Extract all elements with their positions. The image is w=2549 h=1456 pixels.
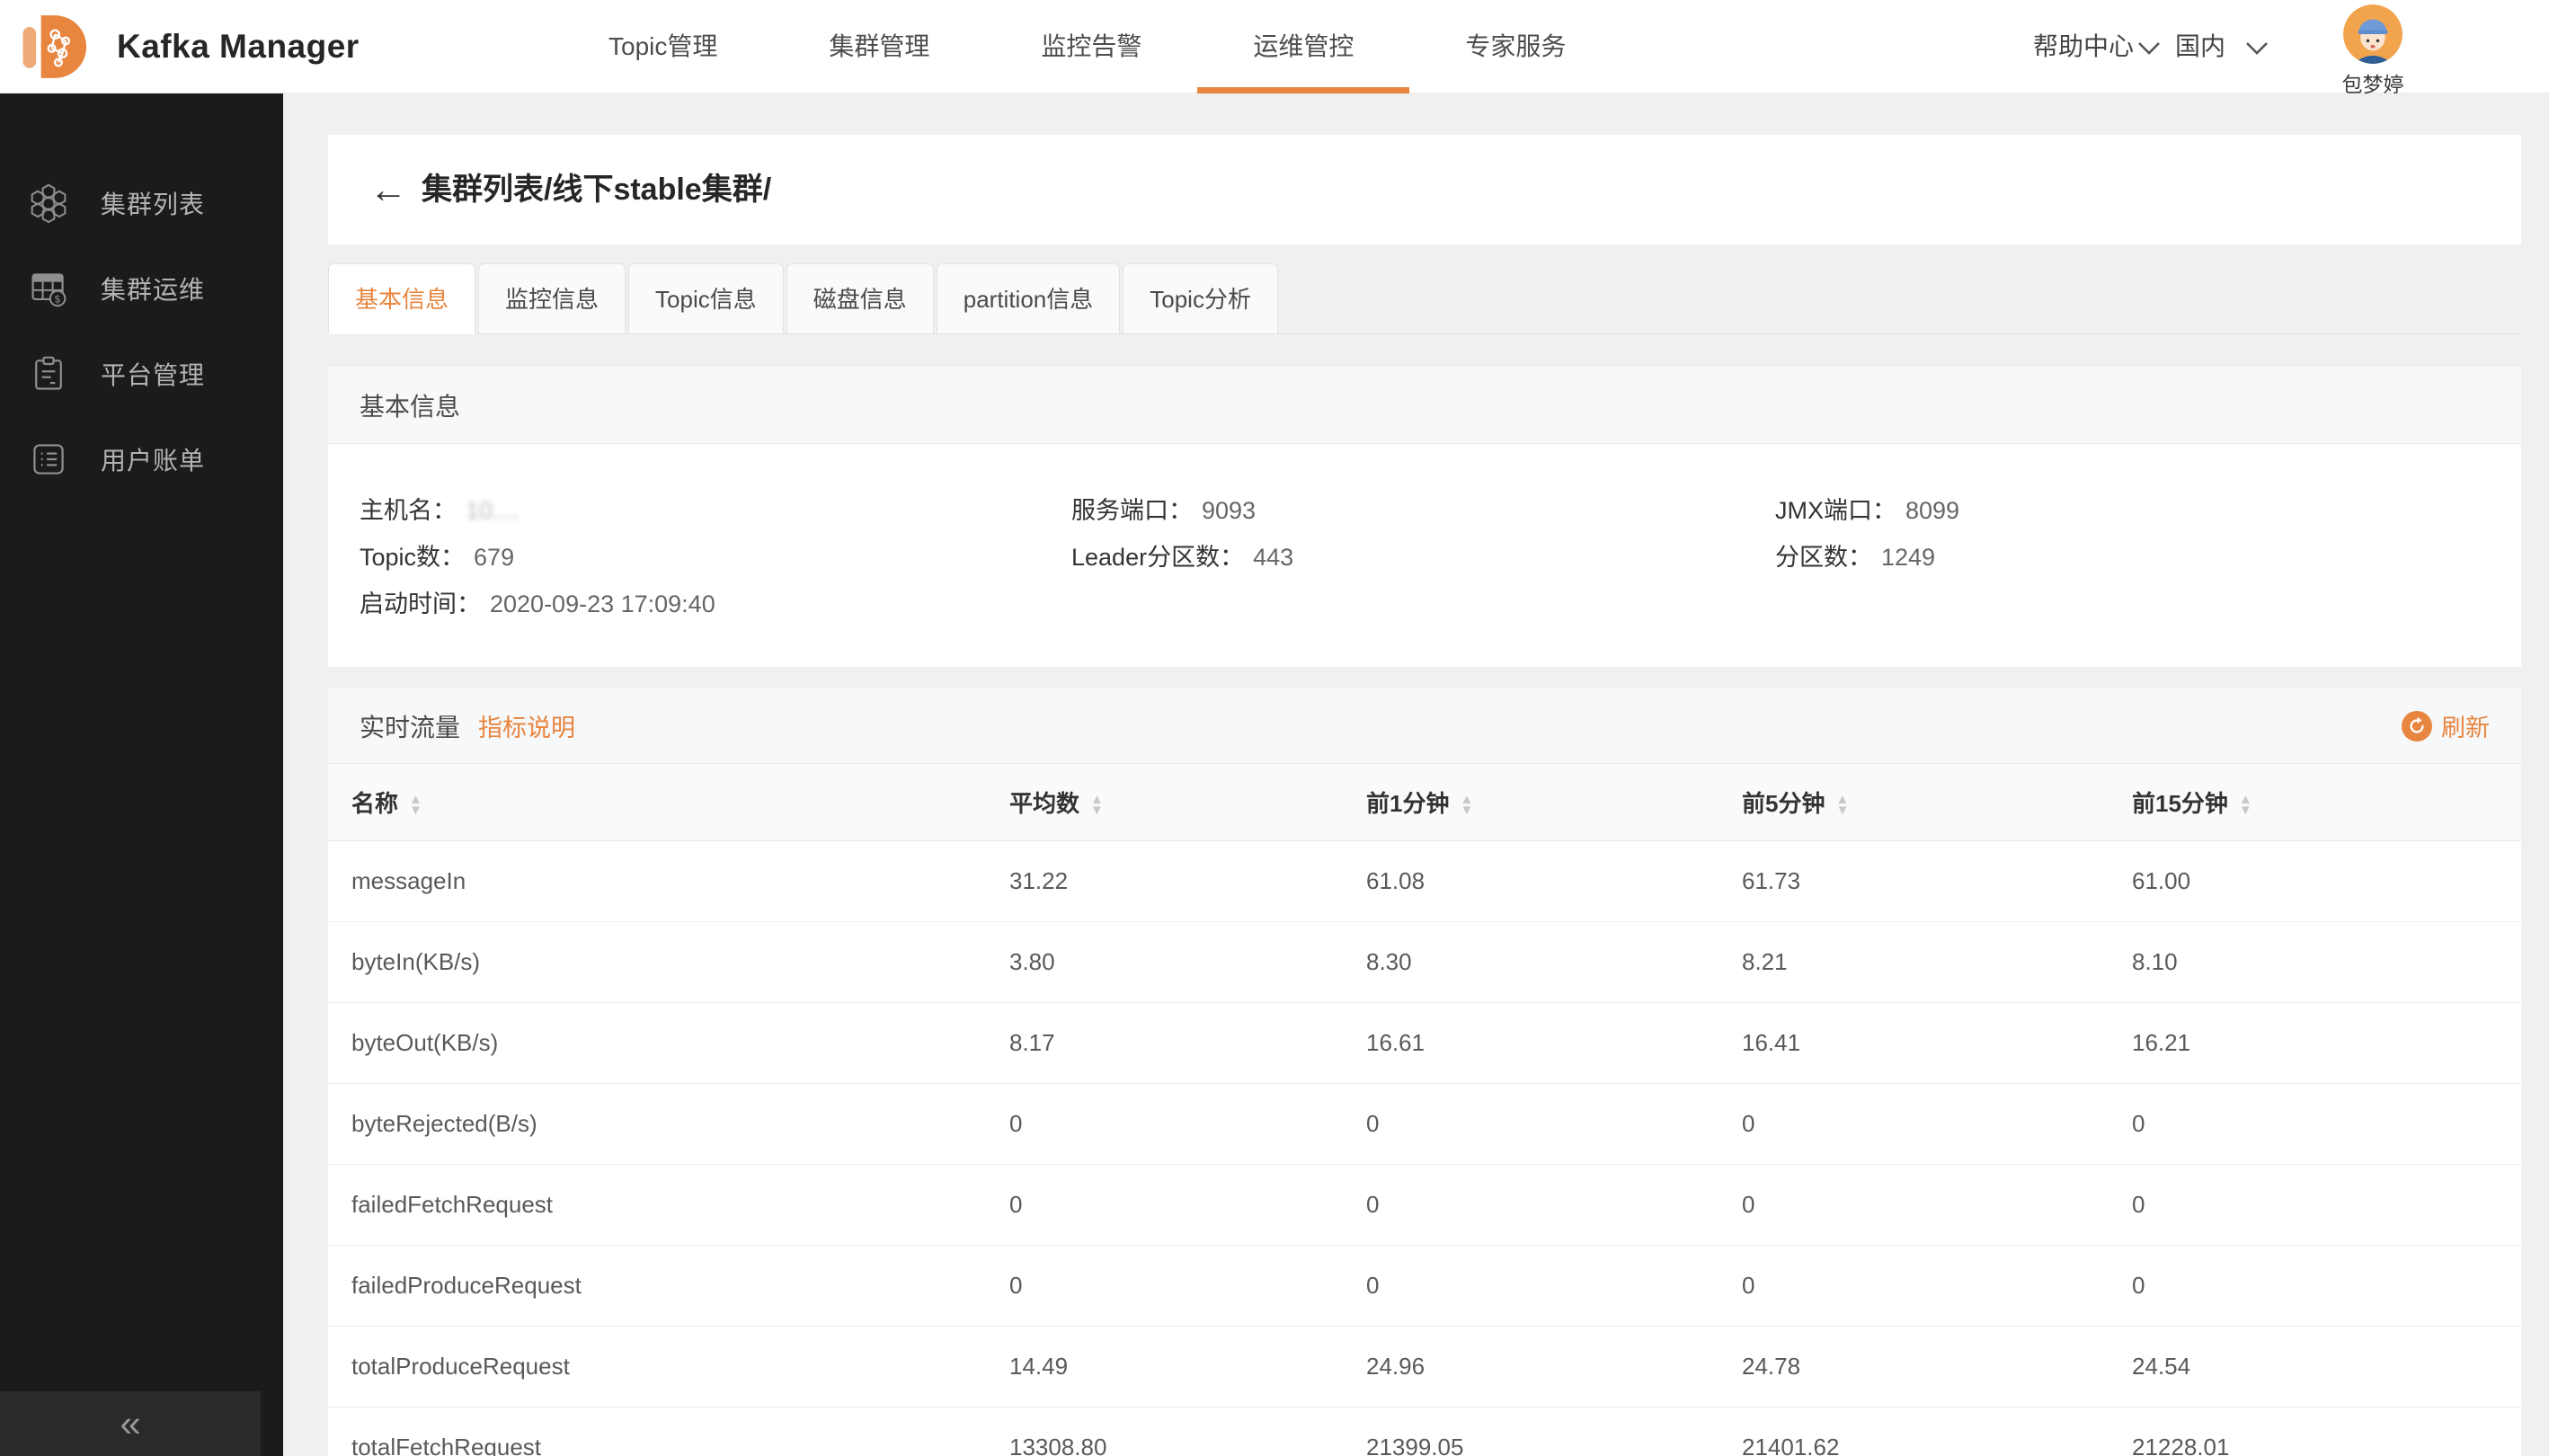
- tab-topic-info[interactable]: Topic信息: [628, 263, 784, 334]
- field-leader-partition-count: Leader分区数：443: [1071, 537, 1293, 573]
- sort-desc-icon: ▼: [409, 805, 422, 816]
- tab-partition-info[interactable]: partition信息: [937, 263, 1121, 334]
- kafka-manager-app: Kafka Manager Topic管理 集群管理 监控告警 运维管控 专家服…: [0, 0, 2549, 1456]
- user-menu[interactable]: 包梦婷: [2323, 4, 2422, 98]
- sort-desc-icon: ▼: [1090, 805, 1104, 816]
- sort-desc-icon: ▼: [1460, 805, 1473, 816]
- field-jmx-port: JMX端口：8099: [1775, 491, 1959, 526]
- breadcrumb-bar: ← 集群列表/线下stable集群/: [328, 135, 2521, 244]
- metric-name: byteIn(KB/s): [328, 921, 1009, 1002]
- metric-name: totalProduceRequest: [328, 1326, 1009, 1407]
- back-button[interactable]: ←: [369, 135, 407, 244]
- cluster-list-icon: [29, 183, 68, 223]
- svg-text:$: $: [54, 292, 61, 305]
- sidebar-item-platform-mgmt[interactable]: 平台管理: [0, 331, 283, 416]
- chevron-down-icon: [2137, 41, 2161, 56]
- realtime-flow-section: 实时流量 指标说明 刷新 名称▲▼ 平均数▲▼ 前1分钟▲▼ 前5分钟▲▼: [328, 688, 2521, 1456]
- metric-name: failedProduceRequest: [328, 1245, 1009, 1326]
- section-title-realtime-flow: 实时流量: [360, 708, 460, 744]
- breadcrumb: 集群列表/线下stable集群/: [422, 135, 771, 244]
- sort-icons[interactable]: ▲▼: [1460, 795, 1473, 816]
- nav-item-monitor-alert[interactable]: 监控告警: [985, 0, 1197, 93]
- table-header-row: 名称▲▼ 平均数▲▼ 前1分钟▲▼ 前5分钟▲▼ 前15分钟▲▼: [328, 764, 2521, 840]
- column-header-last-15min[interactable]: 前15分钟▲▼: [2132, 764, 2521, 840]
- table-row: totalFetchRequest13308.8021399.0521401.6…: [328, 1407, 2521, 1456]
- table-row: byteIn(KB/s)3.808.308.218.10: [328, 921, 2521, 1002]
- sort-icons[interactable]: ▲▼: [409, 795, 422, 816]
- sort-icons[interactable]: ▲▼: [2239, 795, 2252, 816]
- field-start-time: 启动时间：2020-09-23 17:09:40: [360, 584, 715, 619]
- sidebar-item-cluster-ops[interactable]: $ 集群运维: [0, 245, 283, 331]
- tab-basic-info[interactable]: 基本信息: [328, 263, 475, 334]
- sort-icons[interactable]: ▲▼: [1090, 795, 1104, 816]
- realtime-flow-table: 名称▲▼ 平均数▲▼ 前1分钟▲▼ 前5分钟▲▼ 前15分钟▲▼ message…: [328, 764, 2521, 1456]
- username: 包梦婷: [2323, 67, 2422, 98]
- column-header-last-1min[interactable]: 前1分钟▲▼: [1366, 764, 1742, 840]
- collapse-sidebar-button[interactable]: «: [0, 1391, 261, 1456]
- tab-disk-info[interactable]: 磁盘信息: [786, 263, 934, 334]
- field-service-port: 服务端口：9093: [1071, 491, 1256, 526]
- platform-mgmt-icon: [29, 354, 68, 394]
- tab-monitor-info[interactable]: 监控信息: [478, 263, 626, 334]
- table-row: totalProduceRequest14.4924.9624.7824.54: [328, 1326, 2521, 1407]
- field-topic-count: Topic数：679: [360, 537, 514, 573]
- app-logo-icon: [18, 7, 97, 86]
- nav-item-topic-management[interactable]: Topic管理: [553, 0, 773, 93]
- sidebar: 集群列表 $ 集群运维 平台管理: [0, 93, 283, 1456]
- cluster-ops-icon: $: [29, 269, 68, 308]
- sort-desc-icon: ▼: [1835, 805, 1849, 816]
- sidebar-item-user-bill[interactable]: 用户账单: [0, 416, 283, 502]
- sort-icons[interactable]: ▲▼: [1835, 795, 1849, 816]
- metric-name: failedFetchRequest: [328, 1164, 1009, 1245]
- table-row: messageIn31.2261.0861.7361.00: [328, 840, 2521, 921]
- region-selector[interactable]: 国内: [2175, 0, 2269, 93]
- column-header-average[interactable]: 平均数▲▼: [1009, 764, 1366, 840]
- chevron-down-icon: [2245, 41, 2269, 56]
- top-bar: Kafka Manager Topic管理 集群管理 监控告警 运维管控 专家服…: [0, 0, 2549, 93]
- table-row: byteOut(KB/s)8.1716.6116.4116.21: [328, 1002, 2521, 1083]
- column-header-name[interactable]: 名称▲▼: [328, 764, 1009, 840]
- metric-name: byteRejected(B/s): [328, 1083, 1009, 1164]
- table-row: failedProduceRequest0000: [328, 1245, 2521, 1326]
- field-hostname: 主机名：10....: [360, 491, 520, 526]
- detail-tabs: 基本信息 监控信息 Topic信息 磁盘信息 partition信息 Topic…: [328, 263, 2521, 334]
- tab-topic-analysis[interactable]: Topic分析: [1123, 263, 1278, 334]
- table-row: failedFetchRequest0000: [328, 1164, 2521, 1245]
- section-title-basic-info: 基本信息: [328, 367, 2521, 444]
- sort-desc-icon: ▼: [2239, 805, 2252, 816]
- main-nav: Topic管理 集群管理 监控告警 运维管控 专家服务: [553, 0, 1621, 93]
- user-bill-icon: [29, 439, 68, 479]
- metric-name: byteOut(KB/s): [328, 1002, 1009, 1083]
- refresh-button[interactable]: 刷新: [2402, 708, 2490, 743]
- refresh-icon: [2402, 711, 2432, 741]
- metric-docs-link[interactable]: 指标说明: [478, 708, 575, 743]
- field-partition-count: 分区数：1249: [1775, 537, 1935, 573]
- nav-item-expert-service[interactable]: 专家服务: [1409, 0, 1621, 93]
- metric-name: messageIn: [328, 840, 1009, 921]
- main-content: ← 集群列表/线下stable集群/ 基本信息 监控信息 Topic信息 磁盘信…: [283, 93, 2549, 1456]
- table-row: byteRejected(B/s)0000: [328, 1083, 2521, 1164]
- column-header-last-5min[interactable]: 前5分钟▲▼: [1742, 764, 2132, 840]
- avatar: [2343, 4, 2402, 64]
- basic-info-section: 基本信息 主机名：10.... 服务端口：9093 JMX端口：8099 Top…: [328, 367, 2521, 667]
- metric-name: totalFetchRequest: [328, 1407, 1009, 1456]
- nav-item-cluster-management[interactable]: 集群管理: [773, 0, 985, 93]
- sidebar-item-cluster-list[interactable]: 集群列表: [0, 160, 283, 245]
- help-center-menu[interactable]: 帮助中心: [2033, 0, 2161, 93]
- nav-item-ops-control[interactable]: 运维管控: [1197, 0, 1409, 93]
- app-title: Kafka Manager: [117, 0, 360, 93]
